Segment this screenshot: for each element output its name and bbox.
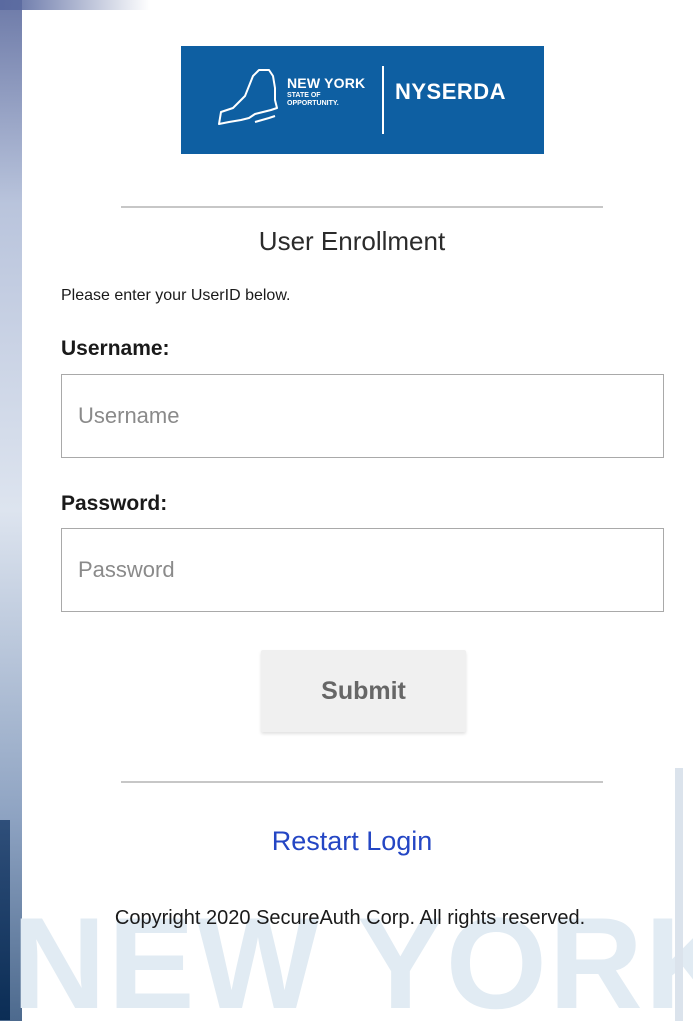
new-york-wordmark: NEW YORK STATE OF OPPORTUNITY. bbox=[287, 76, 365, 107]
password-label: Password: bbox=[61, 492, 168, 515]
state-tagline-1: STATE OF bbox=[287, 92, 321, 99]
submit-button[interactable]: Submit bbox=[261, 650, 466, 732]
bottom-divider bbox=[121, 781, 603, 783]
nyserda-logo: NEW YORK STATE OF OPPORTUNITY. NYSERDA bbox=[181, 46, 544, 154]
org-name: NYSERDA bbox=[395, 79, 507, 104]
restart-login-link[interactable]: Restart Login bbox=[22, 826, 682, 857]
page-title: User Enrollment bbox=[258, 226, 446, 256]
instruction-text: Please enter your UserID below. bbox=[61, 287, 291, 304]
background-right-bar bbox=[675, 768, 683, 1021]
username-input[interactable] bbox=[61, 374, 664, 458]
new-york-state-icon bbox=[218, 69, 278, 125]
state-tagline-2: OPPORTUNITY. bbox=[287, 100, 339, 107]
username-label: Username: bbox=[61, 337, 170, 360]
state-name: NEW YORK bbox=[287, 75, 366, 91]
top-divider bbox=[121, 206, 603, 208]
background-top-edge bbox=[0, 0, 150, 10]
copyright-text: Copyright 2020 SecureAuth Corp. All righ… bbox=[114, 907, 586, 929]
logo-divider bbox=[382, 66, 384, 134]
password-input[interactable] bbox=[61, 528, 664, 612]
